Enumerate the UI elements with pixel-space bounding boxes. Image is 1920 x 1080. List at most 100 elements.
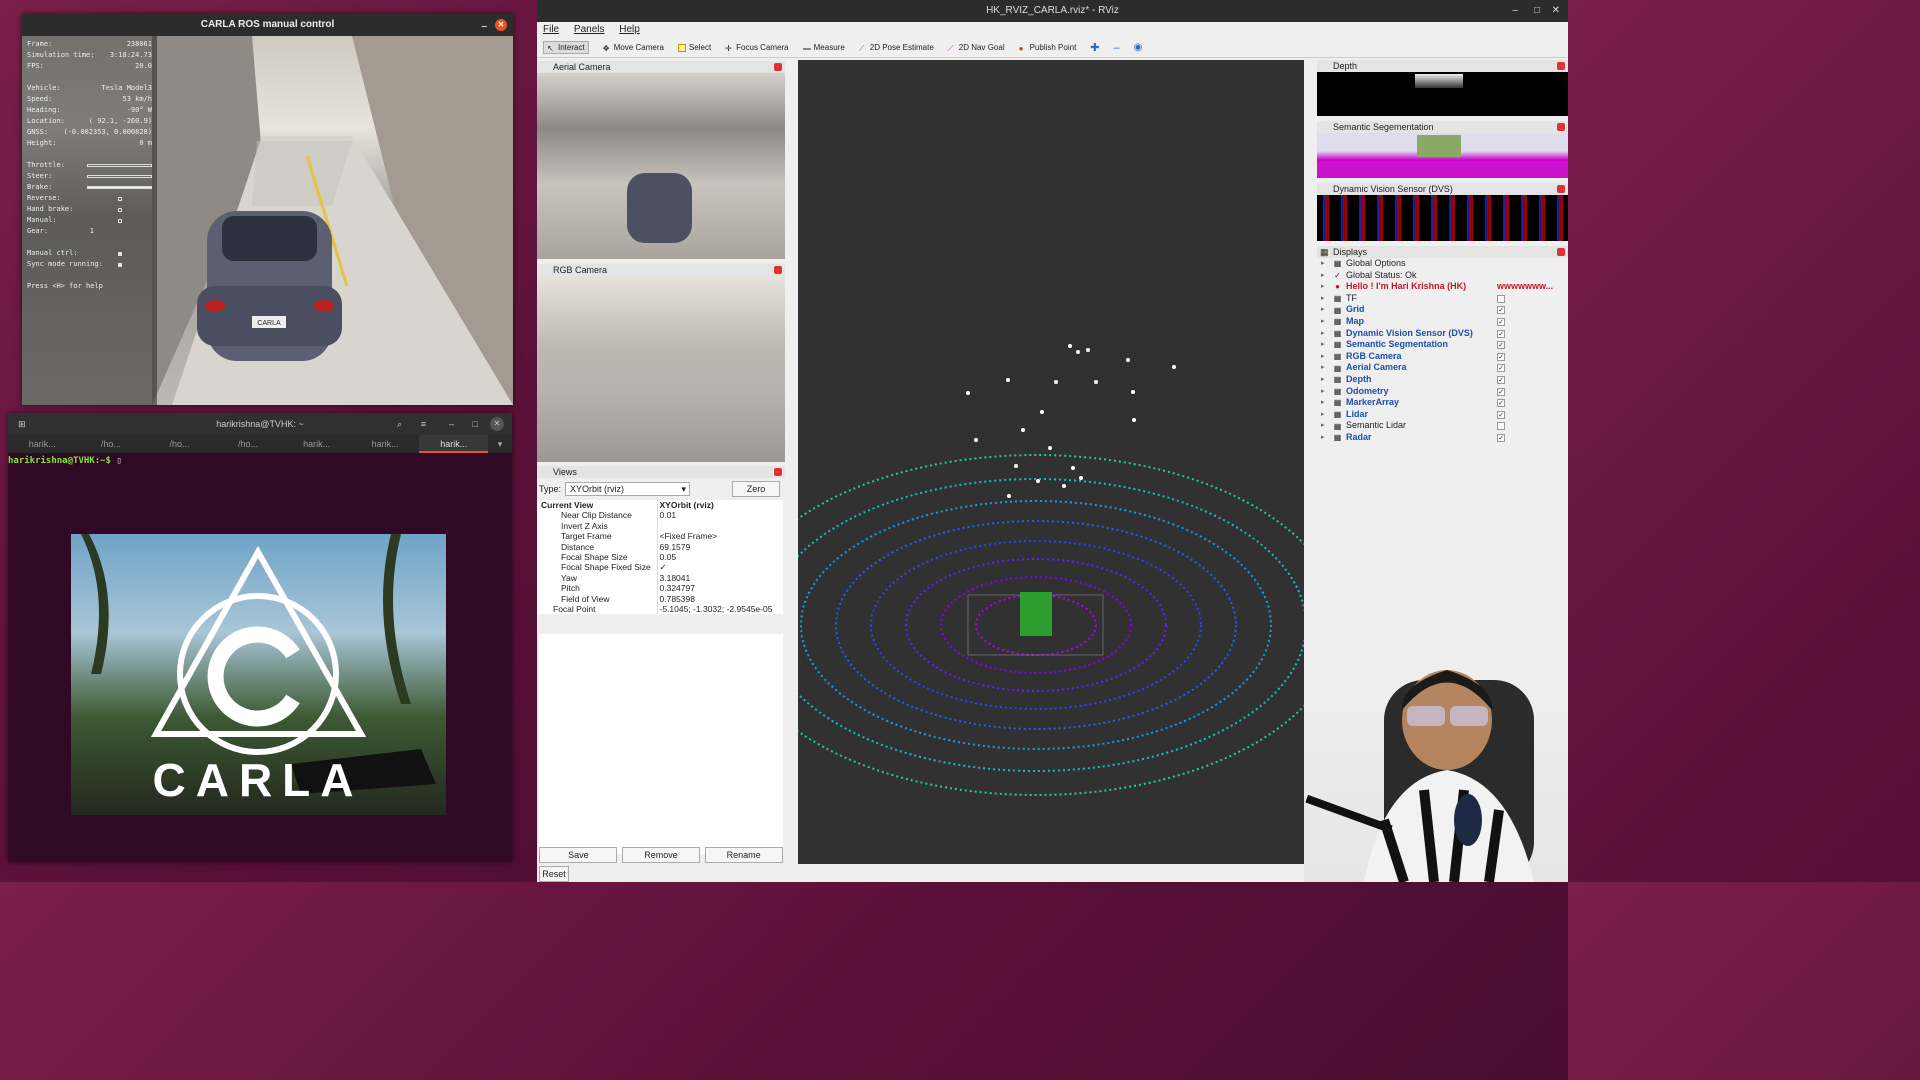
views-property-row[interactable]: Invert Z Axis (537, 520, 783, 532)
menu-icon[interactable]: ≡ (421, 413, 426, 435)
expand-icon[interactable]: ▸ (1321, 293, 1325, 305)
property-value[interactable] (656, 520, 783, 532)
expand-icon[interactable]: ▸ (1321, 281, 1325, 293)
remove-button[interactable]: Remove (621, 847, 700, 863)
dvs-panel[interactable]: Dynamic Vision Sensor (DVS) (1317, 183, 1568, 241)
save-button[interactable]: Save (539, 847, 618, 863)
views-property-row[interactable]: Field of View 0.785398 (537, 593, 783, 605)
display-checkbox[interactable]: ✓ (1497, 341, 1505, 350)
close-panel-icon[interactable] (774, 468, 782, 476)
expand-icon[interactable]: ▸ (1321, 409, 1325, 421)
displays-panel[interactable]: ▦ Displays ▸ ▦ Global Options ▸ ✓ Global Statu… (1317, 246, 1568, 444)
maximize-icon[interactable]: □ (473, 413, 478, 435)
expand-icon[interactable]: ▸ (1321, 339, 1325, 351)
display-checkbox[interactable]: ✓ (1497, 317, 1505, 326)
menu-file[interactable]: File (543, 24, 559, 35)
expand-icon[interactable]: ▸ (1321, 304, 1325, 316)
display-item[interactable]: ▸ ▦ Aerial Camera ✓ (1317, 362, 1568, 374)
views-property-row[interactable]: Current View XYOrbit (rviz) (537, 500, 783, 511)
rename-button[interactable]: Rename (704, 847, 783, 863)
views-property-row[interactable]: Near Clip Distance 0.01 (537, 510, 783, 521)
display-item[interactable]: ▸ ● Hello ! I'm Hari Krishna (HK) wwwwwww..… (1317, 281, 1568, 293)
minimize-icon[interactable]: – (1512, 0, 1518, 22)
close-icon[interactable]: ✕ (490, 417, 504, 431)
close-panel-icon[interactable] (774, 266, 782, 274)
property-value[interactable]: XYOrbit (rviz) (656, 500, 783, 511)
display-item[interactable]: ▸ ▦ TF (1317, 293, 1568, 305)
display-item[interactable]: ▸ ▦ Grid ✓ (1317, 304, 1568, 316)
expand-icon[interactable]: ▸ (1321, 328, 1325, 340)
type-select[interactable]: XYOrbit (rviz) ▾ (565, 482, 691, 496)
expand-icon[interactable]: ▸ (1321, 258, 1325, 270)
carla-titlebar[interactable]: CARLA ROS manual control – ✕ (22, 14, 513, 36)
terminal-tab[interactable]: /ho... (145, 435, 214, 453)
terminal-tab[interactable]: /ho... (214, 435, 283, 453)
semantic-segmentation-panel[interactable]: Semantic Segementation (1317, 121, 1568, 178)
display-item[interactable]: ▸ ▦ Depth ✓ (1317, 374, 1568, 386)
property-value[interactable]: 0.01 (656, 510, 783, 521)
display-checkbox[interactable]: ✓ (1497, 375, 1505, 384)
display-checkbox[interactable] (1497, 294, 1505, 303)
display-item[interactable]: ▸ ▦ Semantic Lidar (1317, 420, 1568, 432)
close-icon[interactable]: ✕ (1552, 0, 1560, 22)
maximize-icon[interactable]: □ (1534, 0, 1540, 22)
views-property-row[interactable]: Target Frame <Fixed Frame> (537, 531, 783, 542)
tool-properties-icon[interactable]: ◉ (1134, 42, 1143, 53)
close-panel-icon[interactable] (1557, 62, 1565, 70)
expand-icon[interactable]: ▸ (1321, 351, 1325, 363)
views-property-row[interactable]: Focal Shape Fixed Size ✓ (537, 562, 783, 573)
property-value[interactable]: 0.785398 (656, 593, 783, 605)
views-panel[interactable]: Views Type: XYOrbit (rviz) ▾ Zero Current… (537, 466, 785, 882)
expand-icon[interactable]: ▸ (1321, 432, 1325, 444)
tool-2d-pose-estimate[interactable]: ⟋ 2D Pose Estimate (859, 43, 934, 53)
tool-2d-nav-goal[interactable]: ⟋ 2D Nav Goal (948, 43, 1005, 53)
property-value[interactable]: 0.05 (656, 552, 783, 563)
expand-icon[interactable]: ▸ (1321, 386, 1325, 398)
search-icon[interactable]: ⌕ (397, 413, 402, 435)
tool-select[interactable]: Select (677, 43, 711, 52)
aerial-camera-panel[interactable]: Aerial Camera (537, 61, 785, 261)
display-checkbox[interactable]: ✓ (1497, 387, 1505, 396)
rgb-camera-panel[interactable]: RGB Camera (537, 264, 785, 464)
property-value[interactable]: 0.324797 (656, 583, 783, 594)
tool-publish-point[interactable]: ● Publish Point (1019, 43, 1077, 53)
views-property-row[interactable]: Yaw 3.18041 (537, 572, 783, 584)
expand-icon[interactable]: ▸ (1321, 270, 1325, 282)
display-item[interactable]: ▸ ▦ Odometry ✓ (1317, 386, 1568, 398)
tool-move-camera[interactable]: ✥ Move Camera (603, 43, 664, 53)
tool-focus-camera[interactable]: ✛ Focus Camera (725, 43, 788, 53)
minimize-icon[interactable]: – (449, 413, 454, 435)
terminal-prompt[interactable]: harikrishna@TVHK:~$ ▯ (8, 453, 512, 466)
display-item[interactable]: ▸ ▦ RGB Camera ✓ (1317, 351, 1568, 363)
zero-button[interactable]: Zero (732, 481, 781, 497)
minimize-icon[interactable]: – (481, 16, 487, 38)
menu-panels[interactable]: Panels (574, 24, 605, 35)
property-value[interactable]: <Fixed Frame> (656, 531, 783, 542)
display-item[interactable]: ▸ ▦ Lidar ✓ (1317, 409, 1568, 421)
expand-icon[interactable]: ▸ (1321, 420, 1325, 432)
tool-interact[interactable]: ↖ Interact (543, 41, 589, 54)
terminal-tab[interactable]: /ho... (77, 435, 146, 453)
views-property-row[interactable]: Focal Point -5.1045; -1.3032; -2.9545e-05 (537, 604, 783, 615)
expand-icon[interactable]: ▸ (1321, 374, 1325, 386)
display-item[interactable]: ▸ ▦ MarkerArray ✓ (1317, 397, 1568, 409)
new-tab-icon[interactable]: ⊞ (18, 413, 26, 435)
display-checkbox[interactable] (1497, 422, 1505, 431)
display-item[interactable]: ▸ ▦ Dynamic Vision Sensor (DVS) ✓ (1317, 328, 1568, 340)
expand-icon[interactable]: ▸ (1321, 316, 1325, 328)
close-panel-icon[interactable] (1557, 123, 1565, 131)
rviz-titlebar[interactable]: HK_RVIZ_CARLA.rviz* - RViz – □ ✕ (537, 0, 1568, 22)
views-property-row[interactable]: Focal Shape Size 0.05 (537, 552, 783, 563)
display-checkbox[interactable]: ✓ (1497, 410, 1505, 419)
close-panel-icon[interactable] (774, 63, 782, 71)
close-panel-icon[interactable] (1557, 185, 1565, 193)
add-tool-icon[interactable]: ✚ (1090, 41, 1099, 54)
menu-help[interactable]: Help (619, 24, 640, 35)
display-checkbox[interactable]: ✓ (1497, 306, 1505, 315)
property-value[interactable]: -5.1045; -1.3032; -2.9545e-05 (656, 604, 783, 615)
property-value[interactable]: ✓ (656, 562, 783, 573)
display-item[interactable]: ▸ ▦ Global Options (1317, 258, 1568, 270)
display-checkbox[interactable]: ✓ (1497, 364, 1505, 373)
views-property-row[interactable]: Distance 69.1579 (537, 541, 783, 553)
depth-panel[interactable]: Depth (1317, 60, 1568, 116)
